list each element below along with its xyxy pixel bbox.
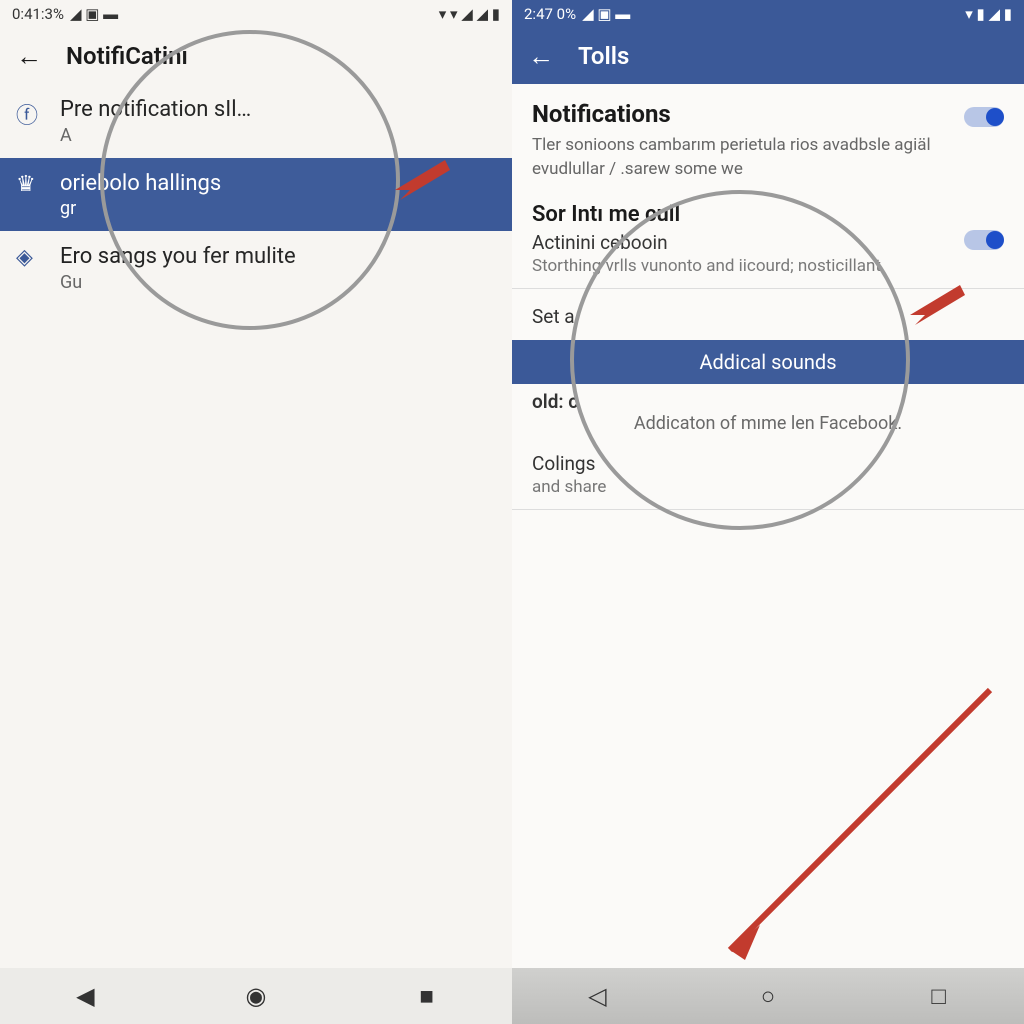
- appbar-left: ← NotifiCatini: [0, 28, 512, 84]
- phone-left: 0:41:3% ◢ ▣ ▬ ▾ ▾ ◢ ◢ ▮ ← NotifiCatini ⓕ…: [0, 0, 512, 1024]
- phone-right: 2:47 0% ◢ ▣ ▬ ▾ ▮ ◢ ▮ ← Tolls Notificati…: [512, 0, 1024, 1024]
- highlight-addical-sounds[interactable]: Addical sounds: [512, 340, 1024, 384]
- statusbar-right: 2:47 0% ◢ ▣ ▬ ▾ ▮ ◢ ▮: [512, 0, 1024, 28]
- section-desc: Storthing vrlls vunonto and iicourd; nos…: [532, 256, 1004, 276]
- nav-recent-icon[interactable]: ■: [411, 980, 443, 1012]
- list-item-label: oriebolo hallings: [60, 170, 221, 199]
- list-item[interactable]: ◈ Ero sangs you fer mulite Gu: [0, 231, 512, 305]
- section-desc: Tler sonioons cambarım perietula rios av…: [532, 134, 1004, 182]
- page-title: Tolls: [578, 42, 629, 70]
- divider: [512, 509, 1024, 510]
- statusbar-left: 0:41:3% ◢ ▣ ▬ ▾ ▾ ◢ ◢ ▮: [0, 0, 512, 28]
- status-right-icons: ▾ ▮ ◢ ▮: [965, 5, 1012, 23]
- status-time: 2:47 0%: [524, 5, 576, 23]
- notifications-toggle[interactable]: [964, 107, 1004, 127]
- section-sub: Actinini cebooin: [532, 231, 668, 254]
- section-title-notifications: Notifications: [532, 100, 671, 128]
- list-item-label: Ero sangs you fer mulite: [60, 243, 296, 272]
- nav-home-icon[interactable]: ○: [752, 980, 784, 1012]
- android-navbar-left: ◀ ◉ ■: [0, 968, 512, 1024]
- list-item-sub: A: [60, 125, 251, 146]
- highlight-desc: Addicaton of mıme len Facebook.: [532, 413, 1004, 434]
- back-arrow-icon[interactable]: ←: [16, 41, 42, 72]
- diamond-icon: ◈: [16, 245, 44, 273]
- content-right: Notifications Tler sonioons cambarım per…: [512, 84, 1024, 538]
- nav-back-icon[interactable]: ◁: [581, 980, 613, 1012]
- divider: [512, 288, 1024, 289]
- status-right-icons: ▾ ▾ ◢ ◢ ▮: [439, 5, 500, 23]
- list-item[interactable]: ⓕ Pre notification sIl… A: [0, 84, 512, 158]
- back-arrow-icon[interactable]: ←: [528, 41, 554, 72]
- status-time: 0:41:3%: [12, 5, 64, 23]
- crown-icon: ♛: [16, 172, 44, 200]
- nav-back-icon[interactable]: ◀: [69, 980, 101, 1012]
- set-line: Set a: [532, 305, 575, 328]
- old-line: old: c: [532, 390, 578, 413]
- facebook-icon: ⓕ: [16, 98, 44, 126]
- section-title-sor: Sor Intı me cull: [532, 202, 1004, 227]
- page-title: NotifiCatini: [66, 42, 188, 70]
- sor-toggle[interactable]: [964, 230, 1004, 250]
- list-item-label: Pre notification sIl…: [60, 96, 251, 125]
- status-icons: ◢ ▣ ▬: [70, 5, 118, 23]
- android-navbar-right: ◁ ○ □: [512, 968, 1024, 1024]
- colings-line: Colings: [532, 452, 1004, 475]
- list-item-selected[interactable]: ♛ oriebolo hallings gr: [0, 158, 512, 232]
- status-icons: ◢ ▣ ▬: [582, 5, 630, 23]
- list-item-sub: gr: [60, 198, 221, 219]
- nav-recent-icon[interactable]: □: [923, 980, 955, 1012]
- nav-home-icon[interactable]: ◉: [240, 980, 272, 1012]
- appbar-right: ← Tolls: [512, 28, 1024, 84]
- settings-list: ⓕ Pre notification sIl… A ♛ oriebolo hal…: [0, 84, 512, 305]
- list-item-sub: Gu: [60, 272, 296, 293]
- colings-sub: and share: [532, 477, 1004, 497]
